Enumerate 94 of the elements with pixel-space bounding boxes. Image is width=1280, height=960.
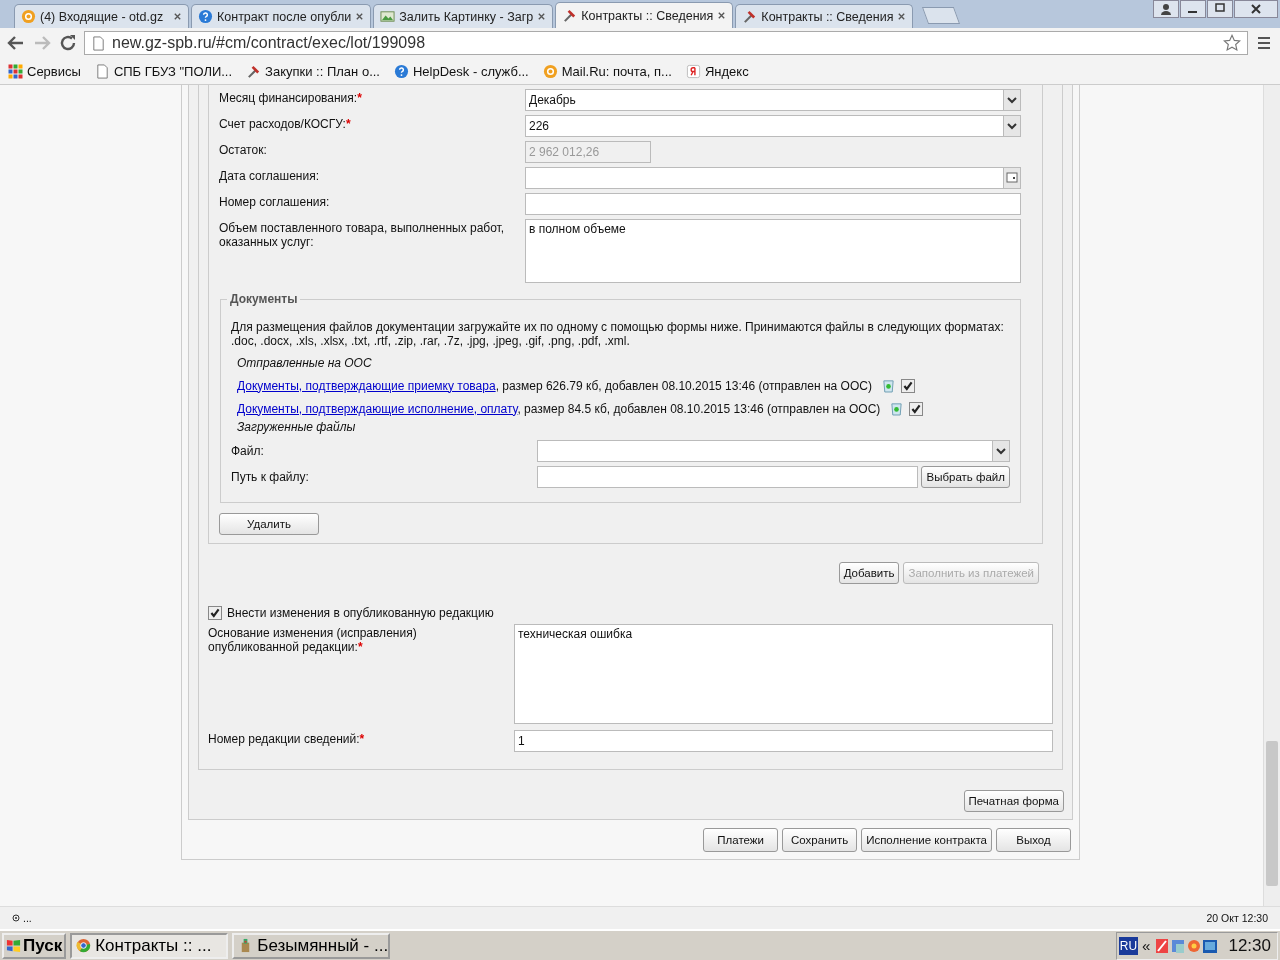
user-icon[interactable] <box>1153 0 1179 18</box>
reload-icon[interactable] <box>58 33 78 53</box>
file-entry: Документы, подтверждающие приемку товара, размер 626.79 кб, добавлен 08.10.2015 13:46 (отправлен на ООС) <box>237 378 872 393</box>
choose-file-button[interactable]: Выбрать файл <box>921 466 1010 488</box>
readonly-field: 2 962 012,26 <box>525 141 651 163</box>
at-sign-icon <box>21 9 36 24</box>
required-mark: * <box>345 117 351 131</box>
taskbar-item[interactable]: Безымянный - ... <box>232 932 391 959</box>
close-icon[interactable] <box>537 12 547 21</box>
footer-button[interactable]: Исполнение контракта <box>861 828 992 852</box>
text-area[interactable]: в полном объеме <box>525 219 1021 283</box>
chrome-icon <box>76 938 92 953</box>
checkbox[interactable] <box>900 378 915 393</box>
field-label: Дата соглашения: <box>219 168 320 183</box>
required-mark: * <box>357 91 362 105</box>
dropdown-field[interactable]: Декабрь <box>525 89 1021 111</box>
dropdown-field[interactable] <box>537 440 1010 462</box>
status-text: ... <box>12 912 32 924</box>
dropdown-field[interactable]: 226 <box>525 115 1021 137</box>
hammer-icon <box>562 8 578 23</box>
text-field[interactable] <box>525 193 1021 215</box>
browser-tab[interactable]: Контракты :: Сведения <box>735 4 914 28</box>
date-field[interactable] <box>525 167 1021 189</box>
scrollbar[interactable] <box>1263 85 1280 906</box>
bookmark[interactable]: Mail.Ru: почта, п... <box>542 63 672 79</box>
field-label: Объем поставленного товара, выполненных работ, оказанных услуг: <box>219 220 506 249</box>
panel-legend: Документы <box>227 292 301 306</box>
close-icon[interactable] <box>1234 0 1278 18</box>
clock: 12:30 <box>1228 935 1271 956</box>
file-path-field[interactable] <box>537 466 919 488</box>
browser-tab[interactable]: Контракт после опубли <box>191 4 372 28</box>
help-icon <box>198 9 213 24</box>
section-heading: Отправленные на ООС <box>237 356 373 372</box>
checkbox[interactable] <box>208 606 222 620</box>
expand-tray-button[interactable]: « <box>1142 937 1151 954</box>
field-label: Номер редакции сведений:* <box>208 731 366 746</box>
at-sign-icon <box>542 63 558 79</box>
bookmark[interactable]: Сервисы <box>8 63 81 79</box>
apps-grid-icon <box>8 63 23 79</box>
text-area[interactable]: техническая ошибка <box>514 624 1053 724</box>
required-mark: * <box>359 732 365 746</box>
image-icon <box>380 9 396 24</box>
required-mark: * <box>357 640 363 654</box>
bookmark[interactable]: HelpDesk - служб... <box>393 63 529 79</box>
checkbox-label: Внести изменения в опубликованную редакцию <box>227 606 494 620</box>
windows-logo-icon <box>6 938 21 953</box>
calendar-icon <box>1003 168 1020 188</box>
text-field[interactable]: 1 <box>514 730 1053 752</box>
star-icon[interactable] <box>1223 34 1241 52</box>
close-icon[interactable] <box>717 11 727 20</box>
close-icon[interactable] <box>897 12 907 21</box>
tray-icons-drawing[interactable] <box>1154 936 1219 955</box>
delete-button[interactable]: Удалить <box>219 513 319 535</box>
document-link[interactable]: Документы, подтверждающие приемку товара <box>237 378 496 393</box>
field-label: Файл: <box>231 444 265 458</box>
browser-tab[interactable]: (4) Входящие - otd.gz <box>14 4 189 28</box>
maximize-icon[interactable] <box>1207 0 1233 18</box>
address-bar[interactable]: new.gz-spb.ru/#cm/contract/exec/lot/199098 <box>84 31 1248 55</box>
bookmark[interactable]: СПБ ГБУЗ "ПОЛИ... <box>94 63 233 79</box>
language-indicator[interactable]: RU <box>1118 936 1139 955</box>
footer-button[interactable]: Сохранить <box>782 828 858 852</box>
close-icon[interactable] <box>355 12 365 21</box>
action-button[interactable]: Добавить <box>838 562 900 584</box>
browser-tab[interactable]: Залить Картинку - Загр <box>373 4 554 28</box>
field-label: Путь к файлу: <box>231 470 310 484</box>
field-label: Основание изменения (исправления) опубликованной редакции:* <box>208 625 418 654</box>
bookmark[interactable]: Яндекс <box>685 63 749 79</box>
taskbar-item[interactable]: Контракты :: ... <box>70 932 229 959</box>
hammer-icon <box>742 9 758 24</box>
status-date: 20 Окт 12:30 <box>1206 912 1268 924</box>
page-icon <box>94 63 110 79</box>
start-button[interactable]: Пуск <box>2 932 67 959</box>
url-text: new.gz-spb.ru/#cm/contract/exec/lot/199098 <box>112 34 427 52</box>
field-label: Номер соглашения: <box>219 194 331 209</box>
field-label: Месяц финансирования:* <box>219 90 363 105</box>
file-entry: Документы, подтверждающие исполнение, оплату, размер 84.5 кб, добавлен 08.10.2015 13:46 (отправлен на ООС) <box>237 401 881 416</box>
footer-button[interactable]: Выход <box>996 828 1071 852</box>
yandex-icon <box>685 63 701 79</box>
close-icon[interactable] <box>173 12 182 21</box>
checkbox[interactable] <box>909 401 924 416</box>
minimize-icon[interactable] <box>1180 0 1206 18</box>
help-icon <box>393 63 409 79</box>
field-label: Счет расходов/КОСГУ:* <box>219 116 352 131</box>
footer-button[interactable]: Платежи <box>703 828 779 852</box>
browser-tab[interactable]: Контракты :: Сведения <box>555 2 734 28</box>
upload-instructions: Для размещения файлов документации загружайте их по одному с помощью формы ниже. Принимаются файлы в следующих форматах: .doc, .docx, .xls, .xlsx, .txt, .rtf, .zip, .rar, .7z, .jpg, .jpeg, .gif, .png, .pdf, .xml. <box>231 320 1005 348</box>
field-label: Остаток: <box>219 142 268 157</box>
loading-icon <box>12 914 20 922</box>
bookmark[interactable]: Закупки :: План о... <box>246 63 380 79</box>
section-heading: Загруженные файлы <box>237 420 357 436</box>
scrollbar-thumb[interactable] <box>1266 741 1278 886</box>
print-form-button[interactable]: Печатная форма <box>963 790 1064 812</box>
page-icon <box>91 35 106 51</box>
hammer-icon <box>246 63 262 79</box>
